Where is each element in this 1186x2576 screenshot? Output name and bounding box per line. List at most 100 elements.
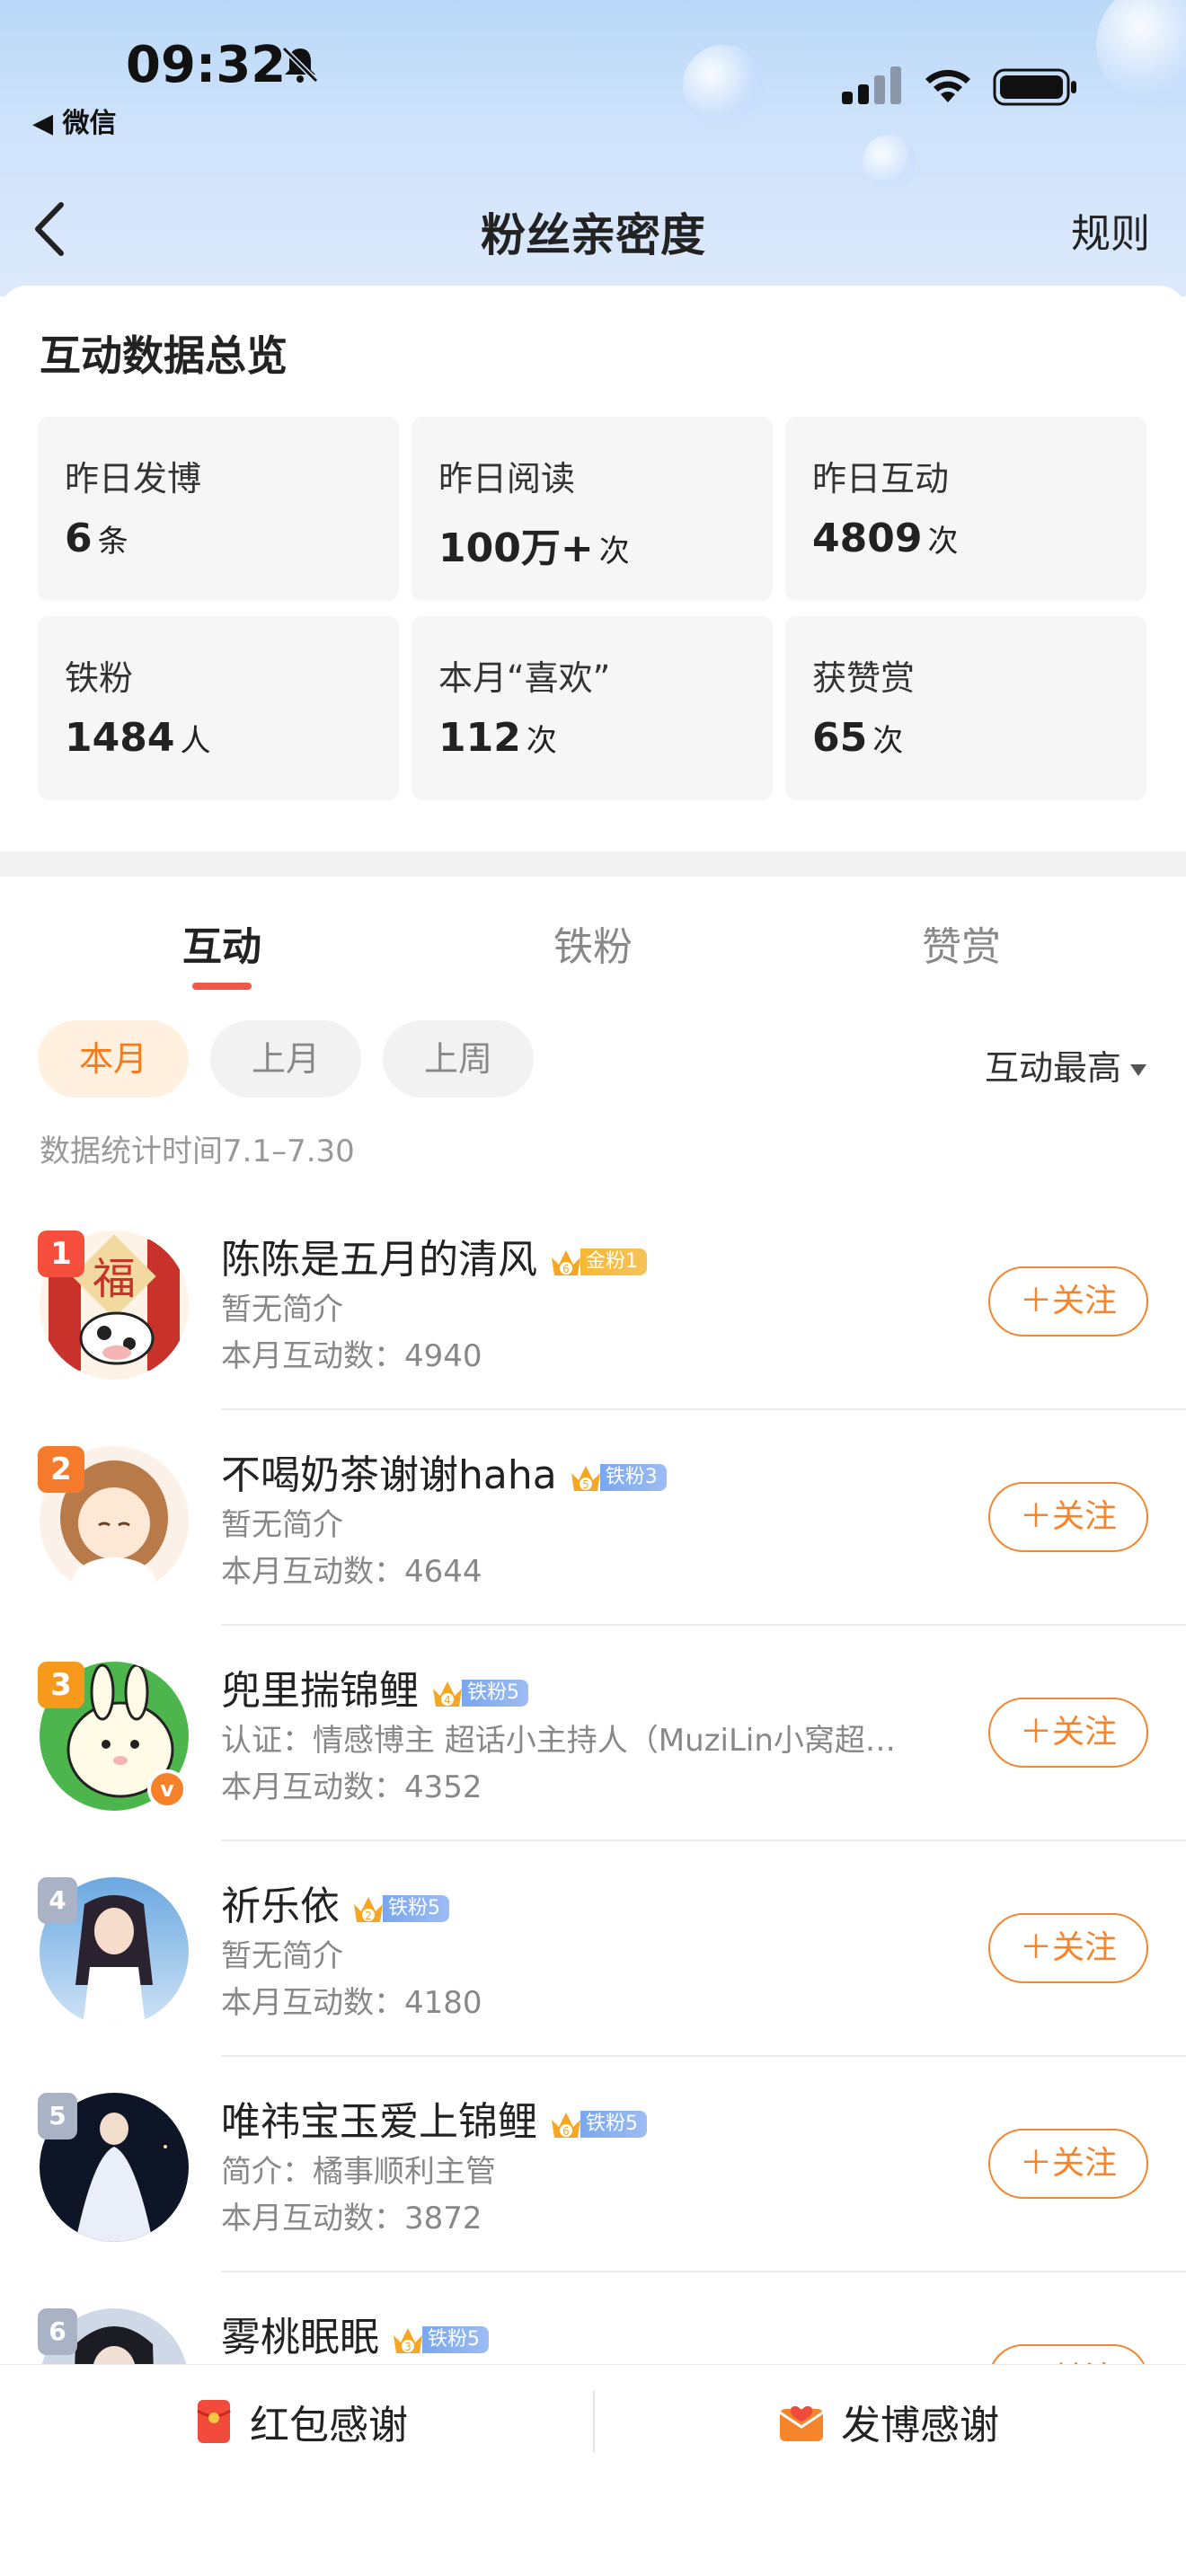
crown-icon: 6 [552, 1250, 580, 1275]
fan-level-badge: 3 铁粉5 [390, 2323, 489, 2357]
follow-button[interactable]: ＋关注 [988, 1698, 1148, 1768]
crown-icon: 4 [433, 1681, 462, 1707]
svg-text:6: 6 [562, 1263, 570, 1275]
filter-this-month[interactable]: 本月 [38, 1020, 189, 1098]
interaction-overview-panel: 互动数据总览 昨日发博 6条 昨日阅读 100万+ 次 昨日互动 4809 次 铁粉… [0, 286, 1186, 851]
crown-icon: 6 [552, 2113, 580, 2138]
time-filter-bar: 本月 上月 上周 互动最高 [0, 1020, 1186, 1101]
stat-card-yesterday-interactions[interactable]: 昨日互动 4809 次 [785, 417, 1146, 601]
fan-bio: 暂无简介 [221, 1938, 343, 1974]
bottom-action-bar: 红包感谢 发博感谢 [0, 2364, 1186, 2576]
stat-card-yesterday-posts[interactable]: 昨日发博 6条 [38, 417, 399, 601]
bottom-divider [593, 2390, 595, 2453]
stat-label: 铁粉 [65, 658, 134, 698]
stat-value: 65 次 [812, 715, 904, 761]
svg-text:福: 福 [93, 1254, 136, 1304]
crown-icon: 3 [394, 2328, 422, 2353]
red-packet-icon [197, 2400, 231, 2443]
fan-name[interactable]: 不喝奶茶谢谢haha 5 铁粉3 [221, 1442, 667, 1500]
fan-bio: 认证：情感博主 超话小主持人（MuziLin小窝超… [221, 1723, 896, 1759]
red-packet-thanks-label: 红包感谢 [250, 2403, 408, 2448]
stat-label: 昨日互动 [812, 459, 950, 498]
cellular-signal-icon [842, 66, 901, 104]
tab-iron-fans[interactable]: 铁粉 [494, 914, 692, 972]
back-to-app-link[interactable]: ◀ 微信 [32, 101, 117, 140]
active-tab-indicator [192, 983, 252, 990]
filter-last-week[interactable]: 上周 [383, 1020, 534, 1098]
fan-name[interactable]: 兜里揣锦鲤 4 铁粉5 [221, 1658, 528, 1716]
interaction-count: 本月互动数：4940 [221, 1338, 482, 1374]
fan-level-badge: 5 铁粉3 [568, 1460, 667, 1495]
fan-bio: 暂无简介 [221, 1507, 343, 1543]
list-item[interactable]: 2 不喝奶茶谢谢haha 5 铁粉3 暂无简介 本月互动数：4644 ＋关注 [0, 1410, 1186, 1626]
svg-text:3: 3 [404, 2341, 412, 2353]
svg-text:6: 6 [562, 2125, 570, 2138]
follow-button[interactable]: ＋关注 [988, 1266, 1148, 1337]
sort-dropdown[interactable]: 互动最高 [985, 1040, 1146, 1090]
rank-badge: 6 [38, 2308, 77, 2355]
rank-badge: 1 [38, 1231, 84, 1277]
fan-level-badge: 4 铁粉5 [429, 1676, 528, 1710]
list-item[interactable]: 福 1 陈陈是五月的清风 6 金粉1 暂无简介 本月互动数：4940 ＋关注 [0, 1195, 1186, 1410]
filter-last-month[interactable]: 上月 [210, 1020, 361, 1098]
navigation-bar: 粉丝亲密度 规则 [0, 180, 1186, 278]
stat-label: 本月“喜欢” [438, 658, 611, 698]
stat-value: 1484 人 [65, 715, 211, 761]
fan-level-badge: 6 铁粉5 [548, 2107, 647, 2141]
fan-level-badge: 6 金粉1 [548, 1245, 647, 1279]
crown-icon: 2 [354, 1897, 383, 1922]
verified-v-icon: v [147, 1769, 187, 1809]
fan-name[interactable]: 陈陈是五月的清风 6 金粉1 [221, 1227, 647, 1284]
follow-button[interactable]: ＋关注 [988, 2129, 1148, 2199]
fan-bio: 暂无简介 [221, 1292, 343, 1328]
tab-rewards[interactable]: 赞赏 [863, 914, 1060, 972]
stat-card-yesterday-reads[interactable]: 昨日阅读 100万+ 次 [412, 417, 773, 601]
post-thanks-button[interactable]: 发博感谢 [778, 2390, 999, 2453]
list-item[interactable]: 4 祈乐依 2 铁粉5 暂无简介 本月互动数：4180 ＋关注 [0, 1841, 1186, 2057]
fan-bio: 简介：橘事顺利主管 [221, 2154, 496, 2190]
tab-interaction[interactable]: 互动 [123, 914, 321, 972]
follow-button[interactable]: ＋关注 [988, 1913, 1148, 1983]
page-title: 粉丝亲密度 [481, 209, 705, 261]
envelope-heart-icon [779, 2405, 824, 2441]
list-item[interactable]: 5 唯祎宝玉爱上锦鲤 6 铁粉5 简介：橘事顺利主管 本月互动数：3872 ＋关注 [0, 2057, 1186, 2272]
fan-name[interactable]: 祈乐依 2 铁粉5 [221, 1874, 449, 1931]
caret-down-icon [1130, 1064, 1146, 1076]
sort-label: 互动最高 [984, 1048, 1121, 1088]
rank-badge: 5 [38, 2093, 77, 2139]
red-packet-thanks-button[interactable]: 红包感谢 [194, 2390, 408, 2453]
rank-badge: 4 [38, 1877, 77, 1924]
fan-level-badge: 2 铁粉5 [350, 1892, 449, 1926]
crown-icon: 5 [571, 1466, 600, 1491]
tab-bar: 互动 铁粉 赞赏 [0, 877, 1186, 993]
stat-label: 昨日阅读 [438, 459, 576, 498]
stat-card-rewards[interactable]: 获赞赏 65 次 [785, 616, 1146, 800]
section-divider [0, 851, 1186, 877]
rules-link[interactable]: 规则 [1071, 201, 1150, 259]
interaction-count: 本月互动数：4644 [221, 1554, 482, 1590]
wifi-icon [925, 69, 970, 102]
rank-badge: 2 [38, 1446, 84, 1493]
overview-title: 互动数据总览 [40, 331, 288, 380]
stat-value: 112 次 [438, 715, 557, 761]
stat-card-iron-fans[interactable]: 铁粉 1484 人 [38, 616, 399, 800]
status-bar: 09:32 ◀ 微信 [0, 0, 1186, 144]
follow-button[interactable]: ＋关注 [988, 1482, 1148, 1552]
svg-text:2: 2 [365, 1910, 372, 1922]
fan-name[interactable]: 唯祎宝玉爱上锦鲤 6 铁粉5 [221, 2089, 647, 2147]
interaction-count: 本月互动数：3872 [221, 2201, 482, 2236]
stat-value: 4809 次 [812, 516, 959, 561]
rank-badge: 3 [38, 1662, 84, 1708]
stat-card-monthly-likes[interactable]: 本月“喜欢” 112 次 [412, 616, 773, 800]
interaction-count: 本月互动数：4180 [221, 1985, 482, 2021]
list-item[interactable]: 3 v 兜里揣锦鲤 4 铁粉5 认证：情感博主 超话小主持人（MuziLin小窝超…… [0, 1626, 1186, 1841]
fan-name[interactable]: 雾桃眠眠 3 铁粉5 [221, 2305, 489, 2362]
svg-text:5: 5 [582, 1478, 589, 1491]
stat-period-text: 数据统计时间7.1–7.30 [40, 1134, 355, 1169]
stat-label: 昨日发博 [65, 459, 202, 498]
stat-value: 6条 [65, 516, 128, 561]
stat-value: 100万+ 次 [438, 525, 630, 571]
svg-text:4: 4 [444, 1694, 451, 1707]
battery-icon [993, 68, 1076, 106]
post-thanks-label: 发博感谢 [841, 2403, 999, 2448]
